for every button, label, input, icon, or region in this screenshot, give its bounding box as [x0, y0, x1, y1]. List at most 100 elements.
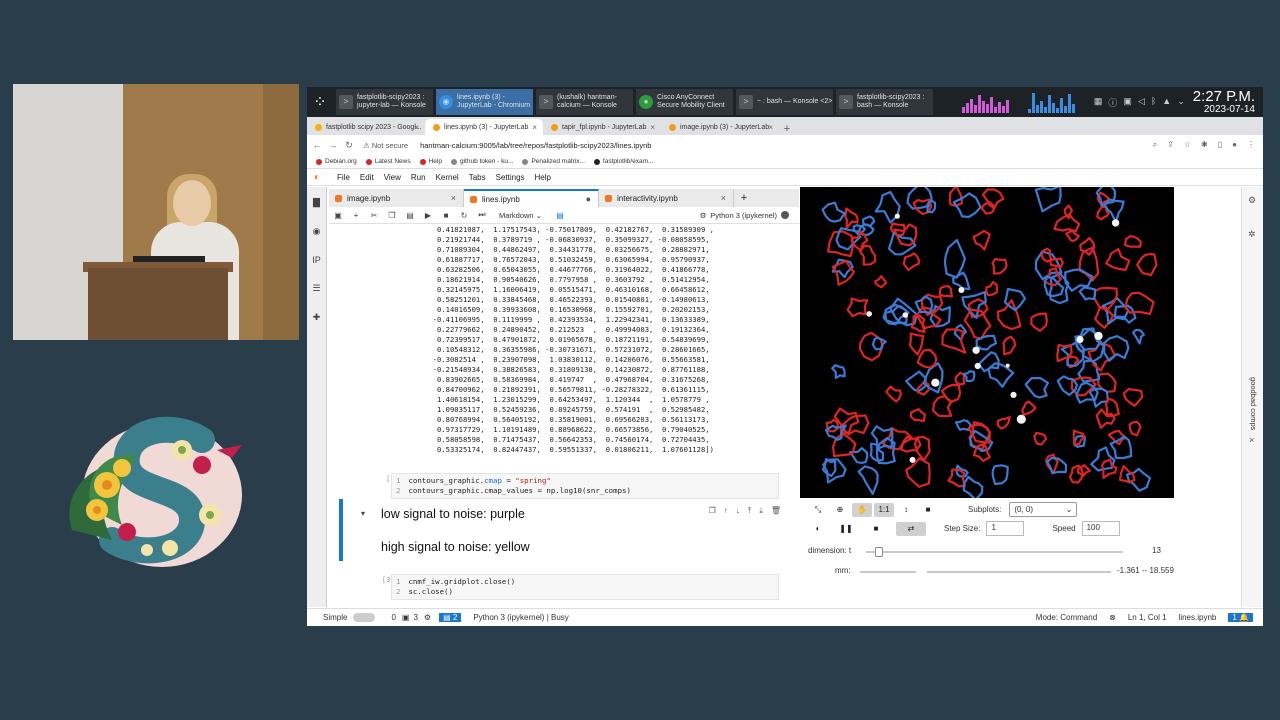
dimension-slider-thumb[interactable] — [874, 547, 883, 557]
restart-icon[interactable]: ↻ — [455, 211, 473, 220]
loop-icon[interactable]: ⇄ — [896, 521, 926, 536]
clock[interactable]: 2:27 P.M. 2023-07-14 — [1193, 89, 1255, 115]
stop-icon[interactable]: ■ — [437, 211, 455, 220]
code-editor[interactable]: 1 contours_graphic.cmap = "spring" 2 conto… — [391, 473, 779, 499]
menu-run[interactable]: Run — [411, 173, 426, 182]
new-tab-button[interactable]: + — [779, 123, 795, 135]
insert-below-icon[interactable]: ⤓ — [759, 506, 763, 516]
subplots-select[interactable]: (0, 0) ⌄ — [1009, 502, 1078, 517]
center-icon[interactable]: ⊕ — [830, 503, 850, 517]
task-konsole-jupyter[interactable]: > fastplotlib-scipy2023 : jupyter-lab — K… — [336, 89, 433, 115]
save-icon[interactable]: ▣ — [329, 211, 347, 220]
close-icon[interactable]: × — [721, 193, 726, 203]
stop-icon[interactable]: ■ — [866, 522, 886, 536]
bookmark-help[interactable]: Help — [419, 158, 442, 165]
cut-icon[interactable]: ✂ — [365, 211, 383, 220]
contrast-icon[interactable]: ◐ — [808, 522, 828, 536]
settings-gear-icon[interactable]: ⚙ — [1248, 195, 1256, 206]
task-konsole-bash[interactable]: > fastplotlib-scipy2023 : bash — Konsole — [836, 89, 933, 115]
menu-tabs[interactable]: Tabs — [469, 173, 486, 182]
collapse-caret-icon[interactable]: ▾ — [361, 509, 365, 518]
kernel-sessions-badge[interactable]: ▤ 2 — [439, 613, 462, 622]
bluetooth-icon[interactable]: ᛒ — [1151, 96, 1156, 109]
minmax-slider-right[interactable] — [927, 571, 1111, 573]
cursor-position[interactable]: Ln 1, Col 1 — [1128, 613, 1167, 622]
menu-settings[interactable]: Settings — [496, 173, 525, 182]
keyboard-icon[interactable]: ▤ — [551, 211, 569, 220]
contour-plot-canvas[interactable] — [800, 187, 1174, 498]
trusted-icon[interactable]: ⊗ — [1109, 613, 1116, 622]
copy-icon[interactable]: ❐ — [383, 211, 401, 220]
reload-icon[interactable]: ↻ — [343, 140, 355, 151]
record-icon[interactable]: ■ — [918, 503, 938, 517]
delete-icon[interactable]: 🗑 — [771, 506, 781, 516]
bookmark-penalized-matrix[interactable]: Penalized matrix... — [522, 158, 585, 165]
browser-tab-lines[interactable]: lines.ipynb (3) - JupyterLab × — [425, 119, 543, 135]
close-tab-icon[interactable]: × — [768, 123, 773, 132]
bookmark-debian[interactable]: Debian.org — [316, 158, 357, 165]
task-chromium[interactable]: ◉ lines.ipynb (3) - JupyterLab - Chromium — [436, 89, 533, 115]
aspect-ratio-button[interactable]: 1:1 — [874, 502, 894, 517]
forward-icon[interactable]: → — [327, 140, 339, 150]
autoscale-icon[interactable]: ⤡ — [808, 503, 828, 517]
kebab-menu-icon[interactable]: ⋮ — [1247, 140, 1255, 150]
task-cisco-anyconnect[interactable]: ● Cisco AnyConnect Secure Mobility Client — [636, 89, 733, 115]
unsaved-dot-icon[interactable]: ● — [586, 194, 591, 204]
flip-y-icon[interactable]: ↕ — [896, 503, 916, 517]
zoom-icon[interactable]: ⌕ — [1153, 140, 1157, 150]
move-down-icon[interactable]: ↓ — [736, 506, 740, 516]
menu-edit[interactable]: Edit — [360, 173, 374, 182]
kernel-status[interactable]: Python 3 (ipykernel) | Busy — [473, 613, 568, 622]
step-size-input[interactable]: 1 — [986, 521, 1025, 536]
dimension-slider[interactable] — [866, 547, 1123, 557]
menu-file[interactable]: File — [337, 173, 350, 182]
security-warning[interactable]: ⚠ Not secure — [363, 141, 408, 150]
bookmark-latest-news[interactable]: Latest News — [365, 158, 411, 165]
menu-help[interactable]: Help — [535, 173, 551, 182]
browser-tab-image[interactable]: image.ipynb (3) - JupyterLab × — [661, 119, 779, 135]
ip-widgets-icon[interactable]: IP — [312, 255, 321, 265]
extensions-icon[interactable]: ✚ — [313, 312, 321, 323]
debugger-icon[interactable]: ✲ — [1248, 229, 1256, 240]
table-of-contents-icon[interactable]: ☰ — [312, 283, 320, 294]
browser-tab-google-docs[interactable]: fastplotlib scipy 2023 - Googl... × — [307, 119, 425, 135]
clipboard-icon[interactable]: ▣ — [1123, 96, 1132, 109]
new-launcher-button[interactable]: + — [734, 189, 754, 207]
network-icon[interactable]: ▲ — [1162, 96, 1171, 109]
close-tab-icon[interactable]: × — [532, 123, 537, 132]
running-kernels-icon[interactable]: ◉ — [313, 226, 321, 237]
url-field[interactable]: hantman-calcium:9005/lab/tree/repos/fast… — [420, 141, 651, 150]
folder-icon[interactable]: ▇ — [313, 197, 320, 208]
goodbad-comps-tab[interactable]: goodbad comps — [1249, 377, 1258, 430]
bookmark-github-token[interactable]: github token - ku... — [450, 158, 513, 165]
run-icon[interactable]: ▶ — [419, 211, 437, 220]
menu-kernel[interactable]: Kernel — [436, 173, 459, 182]
back-icon[interactable]: ← — [311, 140, 323, 150]
app-launcher-icon[interactable]: ⁘ — [307, 87, 333, 117]
code-editor[interactable]: 1 cnmf_iw.gridplot.close() 2 sc.close() — [391, 574, 779, 600]
close-icon[interactable]: × — [451, 193, 456, 203]
profile-icon[interactable]: ● — [1232, 140, 1237, 150]
markdown-cell[interactable]: ▾ low signal to noise: purple high signa… — [339, 499, 789, 561]
notification-badge[interactable]: 1 🔔 — [1228, 613, 1253, 622]
simple-mode-toggle[interactable] — [353, 613, 376, 622]
extensions-icon[interactable]: ✱ — [1201, 140, 1208, 150]
restart-run-all-icon[interactable]: ⏭ — [473, 210, 491, 220]
minmax-slider-left[interactable] — [860, 571, 916, 573]
pause-icon[interactable]: ❚❚ — [836, 522, 856, 536]
notification-icon[interactable]: ⓘ — [1108, 96, 1117, 109]
notebook-body[interactable]: 0.41821087, 1.17517543, -0.75017809, 0.4… — [329, 225, 799, 607]
nb-tab-lines[interactable]: lines.ipynb ● — [464, 189, 599, 207]
bookmark-star-icon[interactable]: ☆ — [1184, 140, 1191, 150]
nb-tab-interactivity[interactable]: interactivity.ipynb × — [599, 189, 734, 207]
volume-icon[interactable]: ◁ — [1138, 96, 1145, 109]
paste-icon[interactable]: ▤ — [401, 211, 419, 220]
close-tab-icon[interactable]: × — [650, 123, 655, 132]
duplicate-icon[interactable]: ❐ — [709, 506, 716, 516]
close-tab-icon[interactable]: × — [414, 123, 419, 132]
close-icon[interactable]: × — [1249, 435, 1254, 445]
insert-above-icon[interactable]: ⤒ — [748, 506, 752, 516]
insert-cell-icon[interactable]: + — [347, 211, 365, 220]
menu-view[interactable]: View — [384, 173, 401, 182]
bookmark-fastplotlib[interactable]: fastplotlib/exam... — [593, 158, 654, 165]
